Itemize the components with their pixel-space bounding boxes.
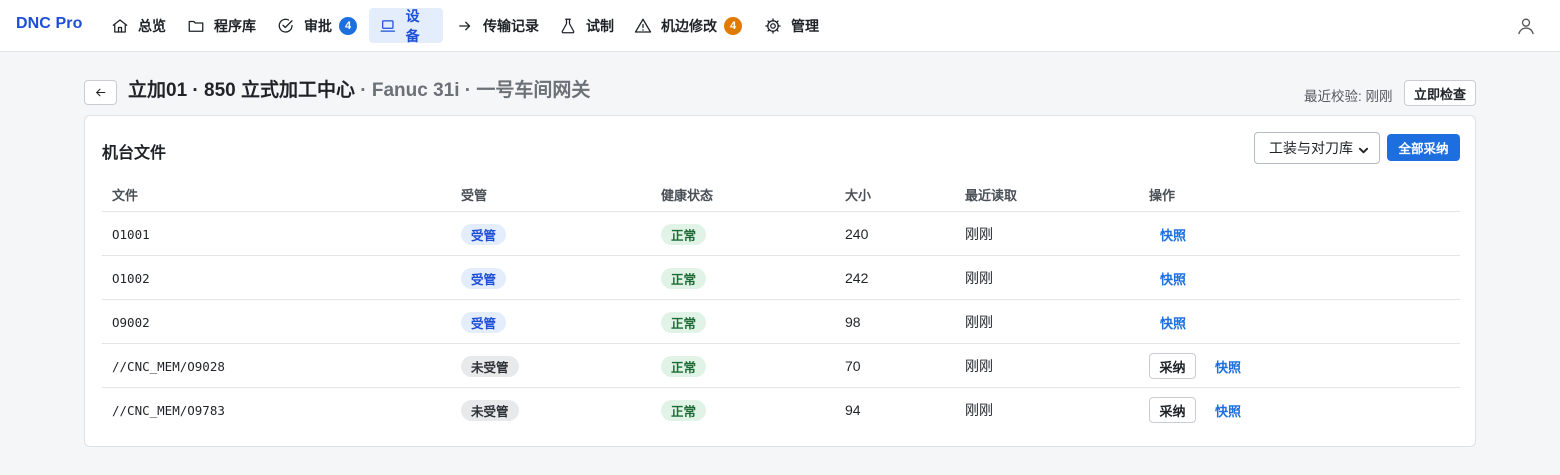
snapshot-link[interactable]: 快照 [1160, 269, 1186, 288]
last-read: 刚刚 [965, 358, 993, 374]
nav-item-label: 设备 [405, 7, 420, 44]
health-badge: 正常 [661, 355, 707, 377]
page-title-sub: · Fanuc 31i · 一号车间网关 [355, 80, 591, 101]
file-size: 98 [845, 314, 861, 330]
nav-item-approval[interactable]: 审批 4 [267, 8, 367, 43]
nav-item-label: 管理 [791, 17, 819, 34]
page-title: 立加01 · 850 立式加工中心 · Fanuc 31i · 一号车间网关 [128, 75, 590, 102]
file-name: O1001 [112, 226, 150, 242]
nav-item-trial[interactable]: 试制 [549, 8, 624, 43]
machine-files-card: 机台文件 工装与对刀库 全部采纳 文件 受管 健康状态 大小 最近读取 操作 O… [84, 115, 1476, 447]
column-header-managed: 受管 [461, 188, 488, 203]
nav-item-machine-edits[interactable]: 机边修改 4 [624, 8, 752, 43]
arrow-left-icon [96, 88, 106, 97]
nav-item-programs[interactable]: 程序库 [177, 8, 266, 43]
health-badge: 正常 [661, 223, 707, 245]
last-read: 刚刚 [965, 402, 993, 418]
laptop-icon [380, 19, 396, 32]
file-name: O9002 [112, 314, 150, 330]
group-select-value: 工装与对刀库 [1269, 140, 1353, 156]
table-row: //CNC_MEM/O9028 未受管 正常 70 刚刚 采纳 快照 [102, 344, 1460, 388]
machine-edits-count-badge: 4 [724, 16, 742, 35]
managed-badge: 受管 [461, 267, 507, 289]
approval-count-badge: 4 [339, 16, 357, 35]
warning-icon [634, 18, 652, 33]
file-size: 94 [845, 402, 861, 418]
last-check-status: 最近校验: 刚刚 [1304, 89, 1393, 104]
chevron-down-icon [1358, 143, 1369, 154]
unmanaged-badge: 未受管 [461, 355, 519, 377]
adopt-button[interactable]: 采纳 [1149, 397, 1196, 423]
table-header: 文件 受管 健康状态 大小 最近读取 操作 [102, 174, 1460, 212]
nav-item-admin[interactable]: 管理 [754, 8, 829, 43]
snapshot-link[interactable]: 快照 [1160, 313, 1186, 332]
column-header-size: 大小 [845, 188, 872, 203]
health-badge: 正常 [661, 267, 707, 289]
check-now-button[interactable]: 立即检查 [1404, 80, 1476, 106]
home-icon [112, 18, 128, 33]
card-title: 机台文件 [102, 145, 167, 162]
managed-badge: 受管 [461, 311, 507, 333]
column-header-health: 健康状态 [661, 188, 714, 203]
file-name: O1002 [112, 270, 150, 286]
nav-item-transfer-log[interactable]: 传输记录 [446, 8, 549, 43]
nav-item-label: 机边修改 [661, 17, 717, 34]
brand-logo[interactable]: DNC Pro [16, 15, 82, 33]
file-size: 240 [845, 226, 869, 242]
column-header-last-read: 最近读取 [965, 188, 1018, 203]
file-size: 70 [845, 358, 861, 374]
adopt-button[interactable]: 采纳 [1149, 353, 1196, 379]
column-header-actions: 操作 [1149, 188, 1176, 203]
group-select[interactable]: 工装与对刀库 [1254, 132, 1380, 164]
table-row: O1001 受管 正常 240 刚刚 快照 [102, 212, 1460, 256]
gear-icon [765, 17, 781, 34]
unmanaged-badge: 未受管 [461, 399, 519, 421]
snapshot-link[interactable]: 快照 [1215, 401, 1241, 420]
nav-item-label: 审批 [304, 17, 332, 34]
user-icon[interactable] [1516, 16, 1536, 36]
nav-item-label: 传输记录 [483, 17, 539, 34]
file-name: //CNC_MEM/O9028 [112, 358, 225, 374]
snapshot-link[interactable]: 快照 [1160, 225, 1186, 244]
health-badge: 正常 [661, 311, 707, 333]
file-name: //CNC_MEM/O9783 [112, 402, 225, 418]
nav-item-label: 总览 [138, 17, 166, 34]
table-row: //CNC_MEM/O9783 未受管 正常 94 刚刚 采纳 快照 [102, 388, 1460, 432]
managed-badge: 受管 [461, 223, 507, 245]
last-read: 刚刚 [965, 270, 993, 286]
adopt-all-button[interactable]: 全部采纳 [1387, 134, 1460, 161]
nav-item-devices[interactable]: 设备 [369, 7, 443, 44]
snapshot-link[interactable]: 快照 [1215, 357, 1241, 376]
file-size: 242 [845, 270, 869, 286]
folder-icon [188, 20, 204, 32]
check-circle-icon [278, 18, 293, 33]
arrow-right-icon [459, 21, 471, 30]
table-row: O1002 受管 正常 242 刚刚 快照 [102, 256, 1460, 300]
top-nav: DNC Pro 总览 程序库 审批 4 设备 传输记录 试制 机边修改 4 管理 [0, 0, 1560, 52]
column-header-file: 文件 [112, 188, 139, 203]
back-button[interactable] [84, 80, 117, 105]
page-title-main: 立加01 · 850 立式加工中心 [128, 80, 355, 101]
health-badge: 正常 [661, 399, 707, 421]
flask-icon [561, 18, 575, 33]
table-row: O9002 受管 正常 98 刚刚 快照 [102, 300, 1460, 344]
last-read: 刚刚 [965, 226, 993, 242]
nav-item-label: 程序库 [214, 17, 256, 34]
last-read: 刚刚 [965, 314, 993, 330]
nav-item-overview[interactable]: 总览 [101, 8, 176, 43]
nav-item-label: 试制 [586, 17, 614, 34]
